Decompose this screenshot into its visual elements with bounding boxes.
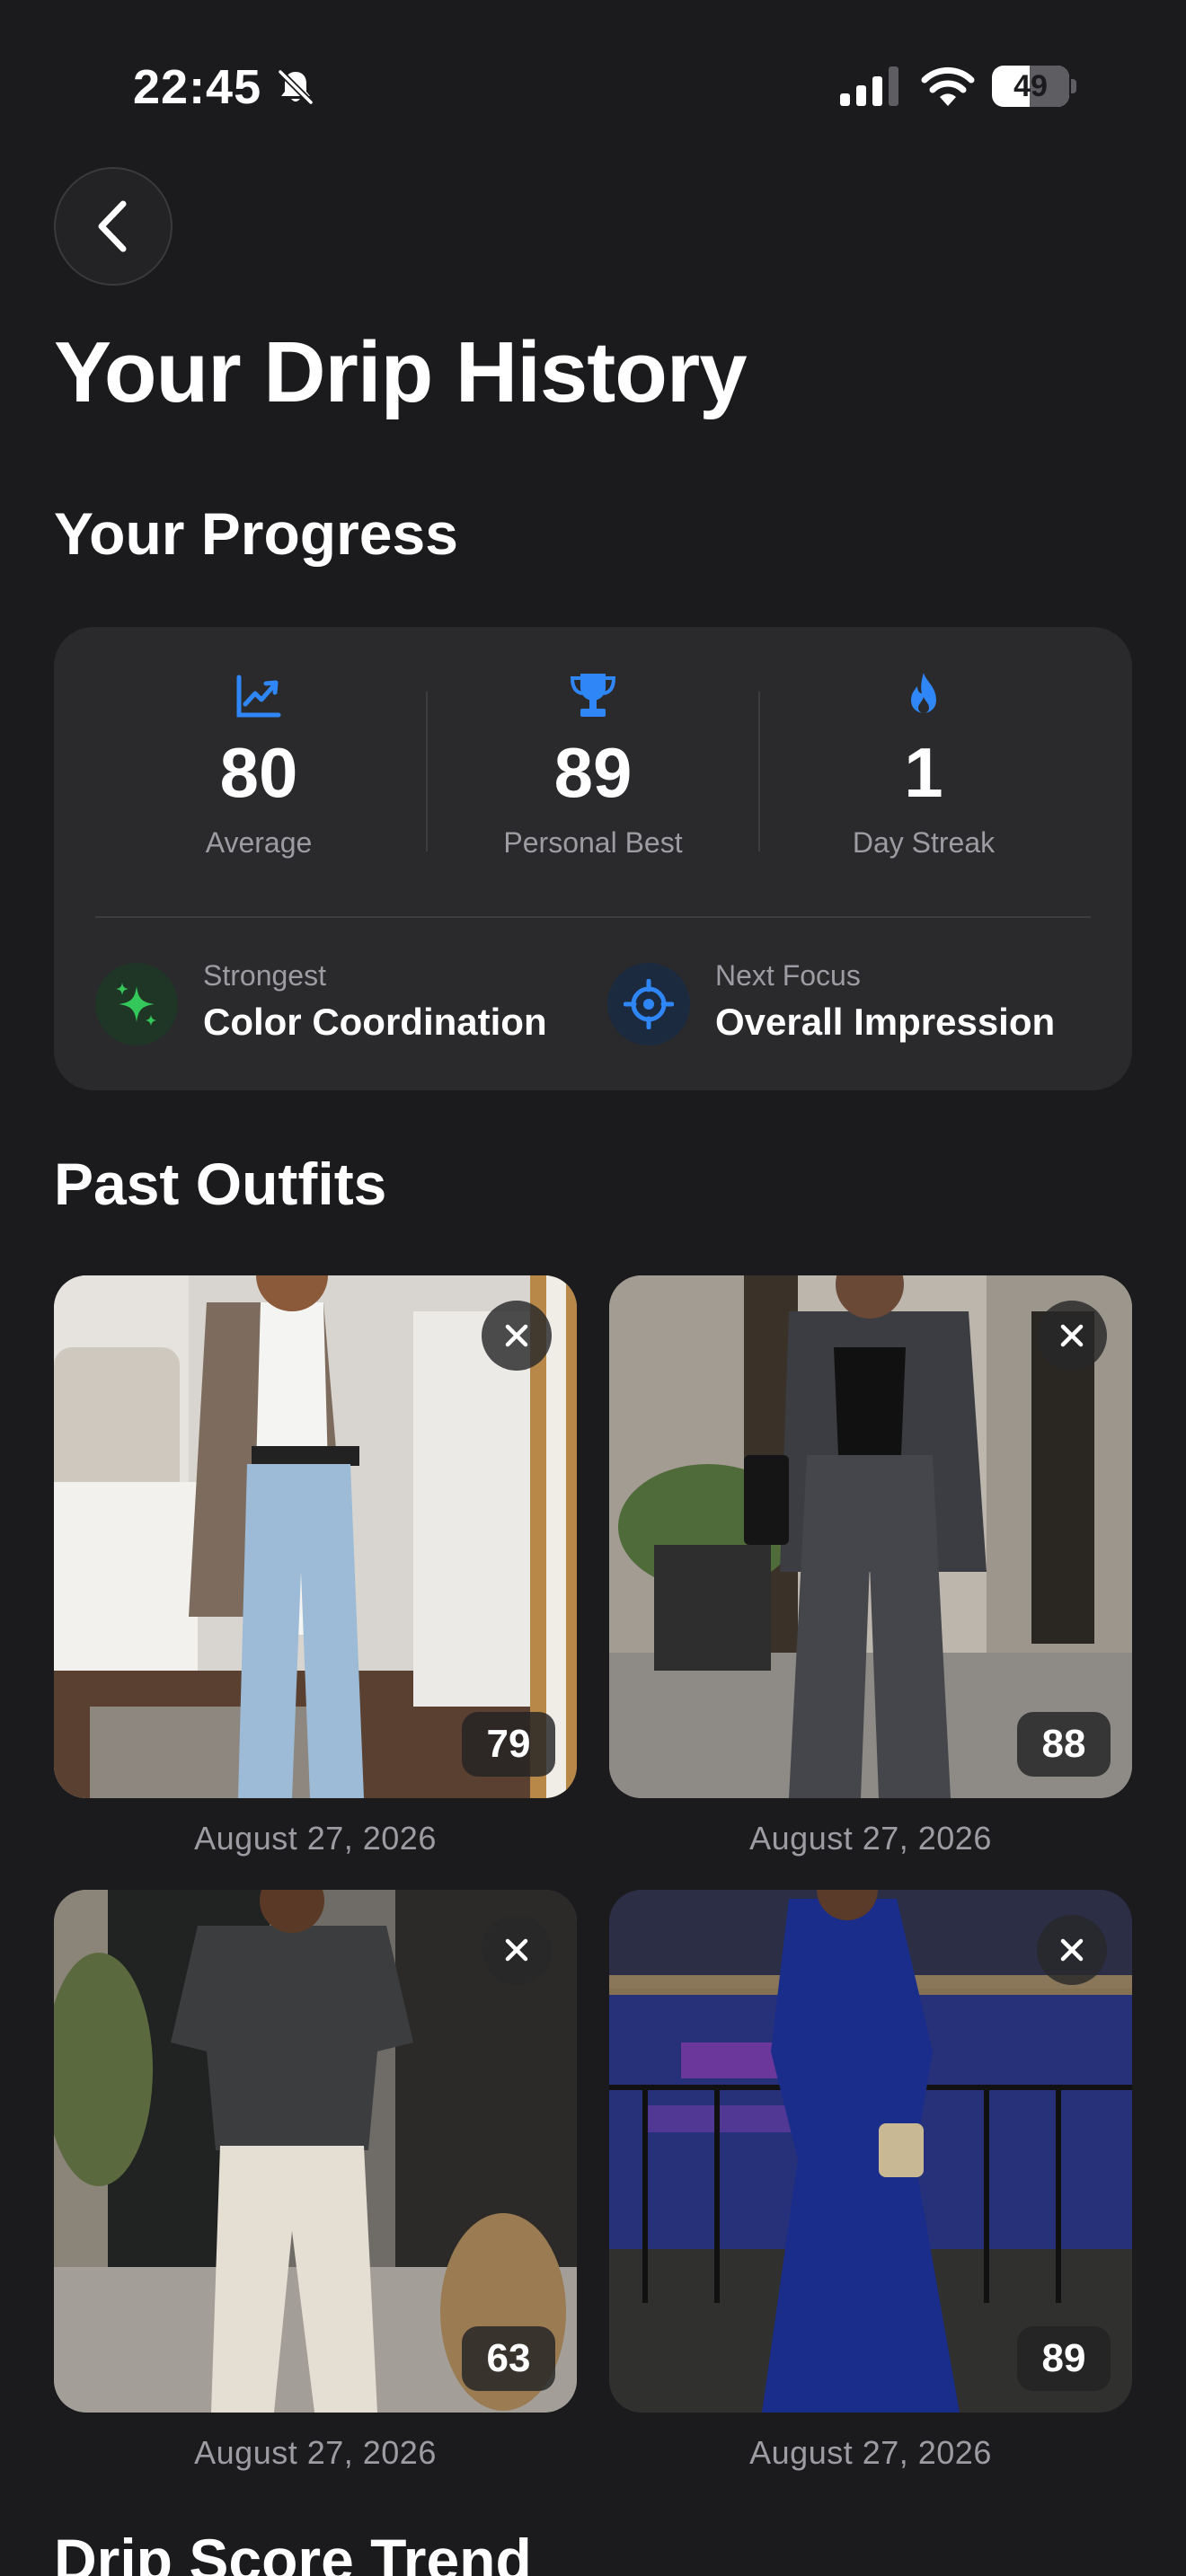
outfit-photo[interactable]: 79 bbox=[54, 1275, 577, 1798]
close-icon bbox=[1060, 1938, 1084, 1962]
back-button[interactable] bbox=[54, 167, 173, 286]
outfit-card[interactable]: 88 August 27, 2026 bbox=[609, 1275, 1132, 1857]
stat-day-streak-label: Day Streak bbox=[852, 826, 996, 859]
outfit-photo[interactable]: 89 bbox=[609, 1890, 1132, 2413]
stat-average: 80 Average bbox=[88, 670, 429, 860]
score-badge: 63 bbox=[462, 2326, 555, 2391]
delete-outfit-button[interactable] bbox=[1037, 1301, 1107, 1371]
battery-percentage: 49 bbox=[1013, 69, 1048, 103]
delete-outfit-button[interactable] bbox=[1037, 1915, 1107, 1985]
score-badge: 89 bbox=[1017, 2326, 1111, 2391]
status-time: 22:45 bbox=[133, 60, 262, 114]
trophy-icon bbox=[570, 674, 616, 717]
outfit-card[interactable]: 89 August 27, 2026 bbox=[609, 1890, 1132, 2472]
drip-history-screen: 22:45 49 Your Drip History Your Progress… bbox=[0, 0, 1186, 2576]
insight-next-focus-value: Overall Impression bbox=[715, 1001, 1056, 1043]
stat-personal-best-label: Personal Best bbox=[503, 826, 683, 859]
status-bar: 22:45 49 bbox=[0, 0, 1186, 171]
outfit-photo[interactable]: 88 bbox=[609, 1275, 1132, 1798]
outfit-photo[interactable]: 63 bbox=[54, 1890, 577, 2413]
wifi-icon bbox=[921, 66, 975, 106]
outfit-card[interactable]: 63 August 27, 2026 bbox=[54, 1890, 577, 2472]
stat-personal-best-value: 89 bbox=[553, 733, 633, 812]
target-icon bbox=[624, 979, 674, 1029]
score-badge: 79 bbox=[462, 1712, 555, 1777]
flame-icon bbox=[911, 673, 936, 713]
score-badge: 88 bbox=[1017, 1712, 1111, 1777]
bell-muted-icon bbox=[278, 69, 314, 105]
insight-strongest-label: Strongest bbox=[203, 959, 326, 992]
insight-strongest-badge bbox=[95, 963, 178, 1045]
sparkles-icon bbox=[116, 983, 156, 1026]
stat-day-streak: 1 Day Streak bbox=[753, 670, 1094, 860]
page-title: Your Drip History bbox=[54, 324, 748, 420]
close-icon bbox=[505, 1324, 528, 1347]
outfit-date: August 27, 2026 bbox=[749, 2434, 992, 2471]
stat-average-label: Average bbox=[205, 826, 313, 859]
outfit-date: August 27, 2026 bbox=[194, 2434, 437, 2471]
chevron-left-icon bbox=[98, 200, 127, 252]
drip-score-trend-section-title: Drip Score Trend bbox=[54, 2527, 532, 2576]
progress-card: 80 Average 89 Personal Best 1 Day Streak bbox=[54, 627, 1132, 1090]
insight-next-focus: Next Focus Overall Impression bbox=[607, 959, 1111, 1049]
insight-next-focus-badge bbox=[607, 963, 690, 1045]
outfit-date: August 27, 2026 bbox=[749, 1820, 992, 1857]
chart-line-icon bbox=[236, 675, 281, 718]
delete-outfit-button[interactable] bbox=[482, 1915, 552, 1985]
stat-average-value: 80 bbox=[219, 733, 298, 812]
close-icon bbox=[505, 1938, 528, 1962]
outfit-date: August 27, 2026 bbox=[194, 1820, 437, 1857]
cellular-signal-icon bbox=[840, 66, 898, 106]
close-icon bbox=[1060, 1324, 1084, 1347]
progress-section-title: Your Progress bbox=[54, 500, 458, 567]
card-divider bbox=[95, 916, 1091, 918]
delete-outfit-button[interactable] bbox=[482, 1301, 552, 1371]
battery-indicator: 49 bbox=[992, 66, 1076, 107]
outfit-card[interactable]: 79 August 27, 2026 bbox=[54, 1275, 577, 1857]
insight-next-focus-label: Next Focus bbox=[715, 959, 861, 992]
insight-strongest: Strongest Color Coordination bbox=[95, 959, 562, 1049]
stat-day-streak-value: 1 bbox=[904, 733, 943, 812]
insight-strongest-value: Color Coordination bbox=[203, 1001, 547, 1043]
stat-personal-best: 89 Personal Best bbox=[422, 670, 764, 860]
past-outfits-section-title: Past Outfits bbox=[54, 1151, 387, 1217]
